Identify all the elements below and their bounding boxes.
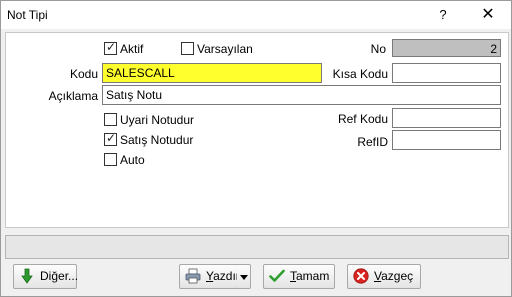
no-label: No <box>370 42 386 56</box>
vazgec-label: Vazgeç <box>374 269 414 283</box>
aktif-checkbox[interactable]: ✓ <box>104 40 117 55</box>
tamam-button[interactable]: Tamam <box>263 264 335 289</box>
varsayilan-checkbox[interactable] <box>181 42 194 55</box>
refid-input[interactable] <box>392 130 501 150</box>
satis-notudur-checkbox[interactable]: ✓ <box>104 131 117 146</box>
auto-checkbox[interactable] <box>104 153 117 166</box>
aciklama-label: Açıklama <box>48 89 98 103</box>
note-type-dialog: Not Tipi ? ✕ ✓ Aktif Varsayılan No 2 Kod… <box>0 0 512 297</box>
title-bar: Not Tipi ? ✕ <box>1 1 511 29</box>
kisa-kodu-label: Kısa Kodu <box>332 67 388 81</box>
print-icon <box>185 268 201 284</box>
satis-notudur-label: Satış Notudur <box>120 133 194 147</box>
kisa-kodu-input[interactable] <box>392 63 501 83</box>
kodu-label: Kodu <box>69 67 98 81</box>
close-button[interactable]: ✕ <box>466 1 510 29</box>
uyari-notudur-checkbox[interactable] <box>104 113 117 126</box>
aktif-label: Aktif <box>120 42 144 56</box>
tamam-label: Tamam <box>290 269 330 283</box>
uyari-notudur-label: Uyari Notudur <box>120 113 195 127</box>
varsayilan-label: Varsayılan <box>197 42 253 56</box>
diger-button[interactable]: Diğer... <box>13 264 79 289</box>
kodu-input[interactable]: SALESCALL <box>102 63 322 83</box>
dropdown-arrow-icon <box>240 275 248 280</box>
check-icon: ✓ <box>106 40 117 54</box>
no-field: 2 <box>392 39 501 57</box>
yazdir-dropdown-button[interactable] <box>237 264 251 289</box>
check-icon: ✓ <box>106 131 117 145</box>
aciklama-input[interactable]: Satış Notu <box>102 85 501 105</box>
vazgec-button[interactable]: Vazgeç <box>347 264 421 289</box>
down-arrow-icon <box>21 268 33 284</box>
form-panel: ✓ Aktif Varsayılan No 2 Kodu SALESCALL K… <box>5 32 509 228</box>
yazdir-label: Yazdır <box>206 269 240 283</box>
refid-label: RefID <box>357 135 388 149</box>
window-title: Not Tipi <box>7 8 48 22</box>
status-bar <box>5 235 509 259</box>
ref-kodu-input[interactable] <box>392 108 501 128</box>
diger-label: Diğer... <box>40 269 79 283</box>
checkmark-icon <box>269 269 285 282</box>
ref-kodu-label: Ref Kodu <box>337 112 388 126</box>
yazdir-button[interactable]: Yazdır <box>179 264 240 289</box>
auto-label: Auto <box>120 153 145 167</box>
help-button[interactable]: ? <box>421 1 465 29</box>
cancel-icon <box>353 268 369 284</box>
